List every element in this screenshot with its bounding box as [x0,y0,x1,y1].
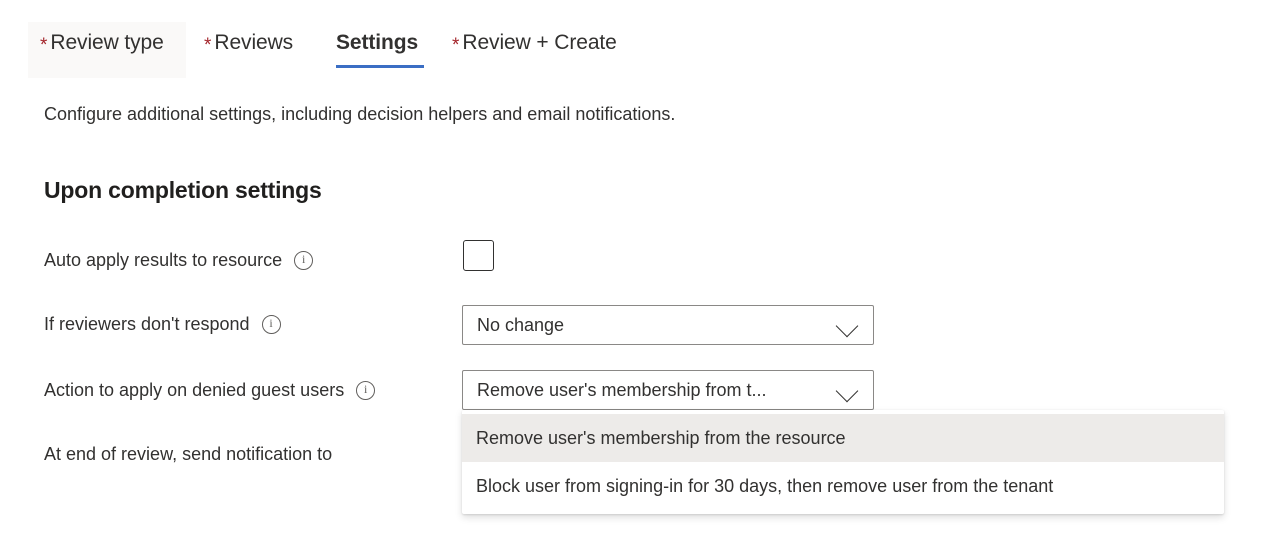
wizard-tab-strip: * Review type * Reviews Settings * Revie… [0,0,1282,80]
tab-reviews[interactable]: * Reviews [192,22,308,78]
dropdown-option[interactable]: Remove user's membership from the resour… [462,414,1224,462]
tab-active-underline [336,65,424,68]
label-action-denied-guest-users: Action to apply on denied guest users [44,378,376,402]
dropdown-selected-value: No change [477,315,565,335]
required-asterisk-icon: * [204,35,212,56]
dropdown-option-label: Block user from signing-in for 30 days, … [476,476,1054,496]
tab-label: Review type [50,31,164,54]
action-denied-guest-users-options-panel: Remove user's membership from the resour… [462,410,1224,514]
chevron-down-icon [835,377,861,403]
dropdown-selected-value: Remove user's membership from t... [477,380,767,400]
field-label-text: If reviewers don't respond [44,314,250,334]
tab-label: Review + Create [462,31,617,54]
field-label-text: Auto apply results to resource [44,250,283,270]
tab-review-create[interactable]: * Review + Create [440,22,644,78]
label-if-reviewers-dont-respond: If reviewers don't respond [44,312,281,336]
tab-settings[interactable]: Settings [324,22,436,78]
field-label-text: At end of review, send notification to [44,444,333,464]
auto-apply-results-checkbox[interactable] [463,240,494,271]
tab-label: Settings [336,31,419,54]
section-title-upon-completion: Upon completion settings [44,177,322,203]
field-label-text: Action to apply on denied guest users [44,380,345,400]
info-circle-icon[interactable] [294,250,314,270]
if-reviewers-dont-respond-dropdown[interactable]: No change [462,305,874,345]
action-denied-guest-users-dropdown[interactable]: Remove user's membership from t... [462,370,874,410]
tab-label: Reviews [214,31,294,54]
info-circle-icon[interactable] [356,380,376,400]
chevron-down-icon [835,312,861,338]
tab-review-type[interactable]: * Review type [28,22,186,78]
label-end-of-review-notification: At end of review, send notification to [44,442,332,466]
dropdown-option[interactable]: Block user from signing-in for 30 days, … [462,462,1224,510]
dropdown-option-label: Remove user's membership from the resour… [476,428,846,448]
required-asterisk-icon: * [40,35,48,56]
required-asterisk-icon: * [452,35,460,56]
info-circle-icon[interactable] [261,314,281,334]
label-auto-apply-results: Auto apply results to resource [44,248,314,272]
page-description: Configure additional settings, including… [44,104,676,124]
